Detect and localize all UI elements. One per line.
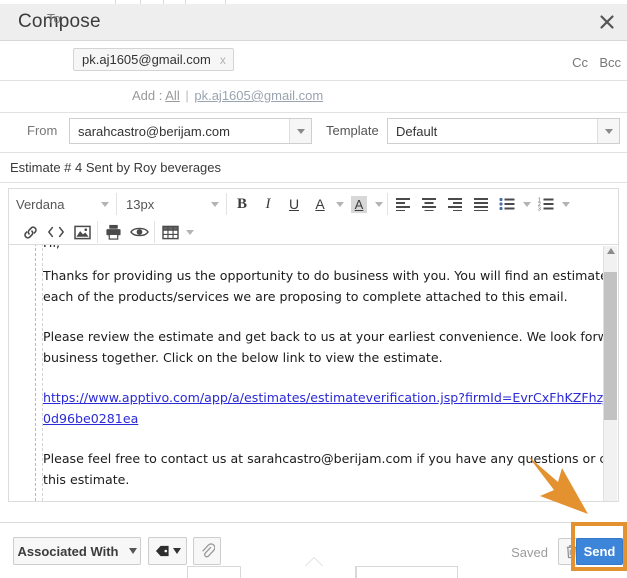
paperclip-icon: [201, 543, 215, 558]
print-icon[interactable]: [100, 220, 126, 244]
add-all-link[interactable]: All: [165, 88, 179, 103]
tag-icon: [155, 545, 169, 557]
bullet-list-icon[interactable]: [494, 192, 520, 216]
subject-input[interactable]: Estimate # 4 Sent by Roy beverages: [10, 160, 221, 175]
tag-button[interactable]: [148, 537, 187, 565]
numbered-list-icon[interactable]: 123: [533, 192, 559, 216]
recipient-email: pk.aj1605@gmail.com: [82, 52, 211, 67]
bottom-popover-middle: [240, 566, 356, 578]
body-scrollbar[interactable]: [603, 246, 617, 501]
toolbar-separator: [154, 221, 155, 243]
align-justify-icon[interactable]: [468, 192, 494, 216]
body-paragraph-1: Thanks for providing us the opportunity …: [43, 268, 605, 304]
scrollbar-thumb[interactable]: [604, 272, 617, 420]
remove-recipient-icon[interactable]: x: [220, 53, 226, 67]
template-select[interactable]: Default: [387, 118, 620, 144]
add-recipients-row: Add : All | pk.aj1605@gmail.com: [132, 88, 323, 103]
font-family-value: Verdana: [16, 196, 65, 212]
align-right-icon[interactable]: [442, 192, 468, 216]
from-label: From: [27, 123, 58, 138]
font-size-value: 13px: [126, 196, 155, 212]
body-paragraph-2: Please review the estimate and get back …: [43, 329, 605, 365]
bottom-popover-right: [356, 566, 458, 578]
bullet-list-chevron-down-icon[interactable]: [520, 192, 533, 216]
divider-to: [0, 80, 627, 81]
table-chevron-down-icon[interactable]: [183, 220, 196, 244]
cc-button[interactable]: Cc: [572, 55, 588, 70]
align-center-icon[interactable]: [416, 192, 442, 216]
chevron-down-icon: [211, 201, 219, 207]
editor-toolbar: Verdana 13px B I U A A 1 2 3: [8, 188, 619, 245]
divider-add: [0, 112, 627, 113]
body-guide-line: [35, 245, 36, 501]
font-color-button[interactable]: A: [307, 192, 333, 216]
popover-caret-icon: [305, 558, 323, 567]
divider-from: [0, 152, 627, 153]
chevron-down-icon: [128, 548, 137, 554]
numbered-list-chevron-down-icon[interactable]: [559, 192, 572, 216]
template-value: Default: [396, 123, 438, 139]
attach-file-button[interactable]: [193, 537, 221, 565]
estimate-verification-link[interactable]: https://www.apptivo.com/app/a/estimates/…: [43, 387, 605, 429]
to-label: To: [47, 11, 61, 26]
email-body-editor[interactable]: Hi, Thanks for providing us the opportun…: [8, 245, 619, 502]
send-button[interactable]: Send: [576, 538, 623, 565]
body-paragraph-3: Please feel free to contact us at sarahc…: [43, 451, 605, 487]
associated-with-button[interactable]: Associated With: [13, 537, 141, 565]
template-label: Template: [326, 123, 379, 138]
add-label: Add :: [132, 88, 163, 103]
background-color-chevron-down-icon[interactable]: [372, 192, 385, 216]
close-icon[interactable]: [598, 13, 616, 31]
recipient-chip[interactable]: pk.aj1605@gmail.com x: [73, 48, 234, 71]
compose-header-bar: Compose: [0, 4, 627, 41]
saved-status: Saved: [511, 545, 548, 560]
underline-button[interactable]: U: [281, 192, 307, 216]
table-icon[interactable]: [157, 220, 183, 244]
code-icon[interactable]: [43, 220, 69, 244]
scroll-up-arrow-icon[interactable]: [607, 248, 615, 254]
toolbar-separator: [387, 193, 388, 215]
compose-email-window: Compose To pk.aj1605@gmail.com x Cc Bcc …: [0, 0, 627, 578]
font-size-select[interactable]: 13px: [119, 192, 224, 216]
from-value: sarahcastro@berijam.com: [78, 123, 230, 139]
link-icon[interactable]: [17, 220, 43, 244]
image-icon[interactable]: [69, 220, 95, 244]
toolbar-separator: [226, 193, 227, 215]
body-guide-line-secondary: [42, 245, 43, 501]
divider-subject: [0, 182, 627, 183]
align-left-icon[interactable]: [390, 192, 416, 216]
add-email-link[interactable]: pk.aj1605@gmail.com: [194, 88, 323, 103]
from-select[interactable]: sarahcastro@berijam.com: [69, 118, 312, 144]
background-color-button[interactable]: A: [346, 192, 372, 216]
bcc-button[interactable]: Bcc: [599, 55, 621, 70]
svg-text:3: 3: [538, 207, 541, 212]
from-dropdown-caret-icon[interactable]: [289, 119, 311, 143]
font-family-select[interactable]: Verdana: [9, 192, 114, 216]
preview-eye-icon[interactable]: [126, 220, 152, 244]
associated-with-label: Associated With: [17, 543, 119, 559]
template-dropdown-caret-icon[interactable]: [597, 119, 619, 143]
chevron-down-icon: [172, 548, 181, 554]
font-color-chevron-down-icon[interactable]: [333, 192, 346, 216]
toolbar-separator: [97, 221, 98, 243]
email-body-content[interactable]: Hi, Thanks for providing us the opportun…: [9, 245, 605, 501]
chevron-down-icon: [101, 201, 109, 207]
body-greeting: Hi,: [43, 245, 595, 253]
italic-button[interactable]: I: [255, 192, 281, 216]
bold-button[interactable]: B: [229, 192, 255, 216]
add-separator: |: [185, 88, 189, 103]
toolbar-separator: [116, 193, 117, 215]
